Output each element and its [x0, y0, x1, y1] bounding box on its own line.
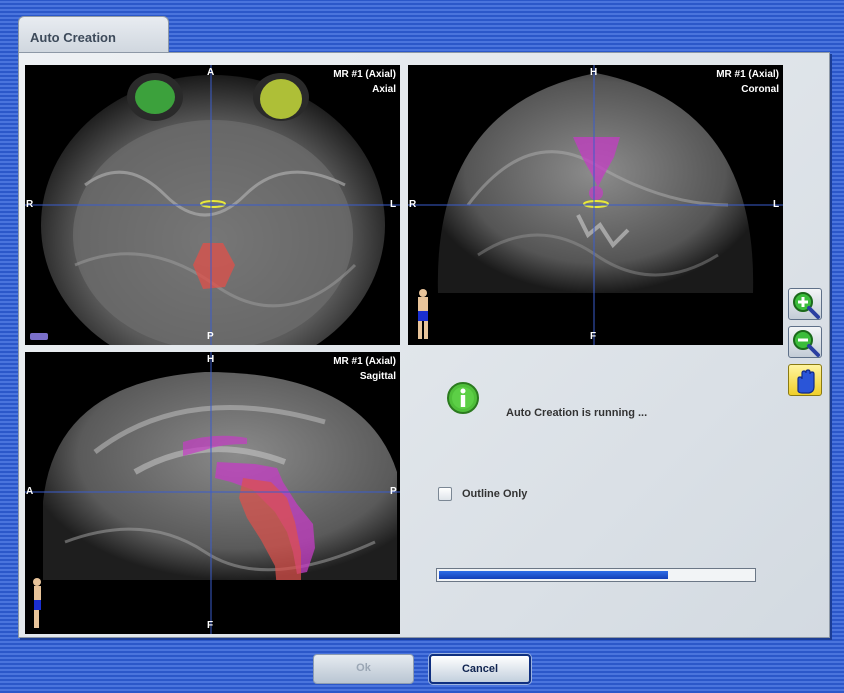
- sagittal-image: [25, 352, 400, 634]
- coronal-view[interactable]: MR #1 (Axial) Coronal H F R L: [408, 65, 783, 345]
- coronal-series-label: MR #1 (Axial): [716, 69, 779, 80]
- zoom-out-button[interactable]: [788, 326, 822, 358]
- orientation-icon: [30, 333, 48, 340]
- outline-only-checkbox[interactable]: [438, 487, 452, 501]
- status-message: Auto Creation is running ...: [506, 407, 648, 419]
- axial-left-label: R: [26, 199, 34, 210]
- sagittal-bottom-label: F: [207, 620, 214, 631]
- body-orientation-icon: [418, 289, 428, 339]
- zoom-in-icon: [793, 292, 820, 319]
- right-eye-structure: [260, 79, 302, 119]
- info-icon: [447, 382, 479, 414]
- coronal-right-label: L: [773, 199, 780, 210]
- axial-plane-label: Axial: [372, 84, 396, 95]
- pan-button[interactable]: [788, 364, 822, 396]
- axial-right-label: L: [390, 199, 397, 210]
- tab-auto-creation-label: Auto Creation: [30, 30, 116, 45]
- coronal-image: [408, 65, 783, 345]
- progress-bar: [436, 568, 756, 582]
- axial-bottom-label: P: [207, 331, 214, 342]
- outline-only-label: Outline Only: [462, 488, 528, 500]
- sagittal-left-label: A: [26, 486, 34, 497]
- axial-image: [25, 65, 400, 345]
- hand-icon: [797, 369, 815, 394]
- progress-fill: [439, 571, 668, 579]
- axial-view[interactable]: MR #1 (Axial) Axial A P R L: [25, 65, 400, 345]
- sagittal-right-label: P: [390, 486, 397, 497]
- left-eye-structure: [135, 80, 175, 114]
- coronal-plane-label: Coronal: [741, 84, 779, 95]
- zoom-out-icon: [793, 330, 820, 357]
- ok-button[interactable]: Ok: [313, 654, 414, 684]
- sagittal-top-label: H: [207, 354, 215, 365]
- sagittal-plane-label: Sagittal: [359, 371, 396, 382]
- zoom-in-button[interactable]: [788, 288, 822, 320]
- axial-series-label: MR #1 (Axial): [333, 69, 396, 80]
- body-side-icon: [33, 578, 41, 628]
- tab-auto-creation[interactable]: Auto Creation: [18, 16, 169, 54]
- coronal-left-label: R: [409, 199, 417, 210]
- sagittal-view[interactable]: MR #1 (Axial) Sagittal H F A P: [25, 352, 400, 634]
- coronal-top-label: H: [590, 67, 598, 78]
- cancel-button[interactable]: Cancel: [429, 654, 531, 684]
- coronal-bottom-label: F: [590, 331, 597, 342]
- axial-top-label: A: [207, 67, 215, 78]
- sagittal-series-label: MR #1 (Axial): [333, 356, 396, 367]
